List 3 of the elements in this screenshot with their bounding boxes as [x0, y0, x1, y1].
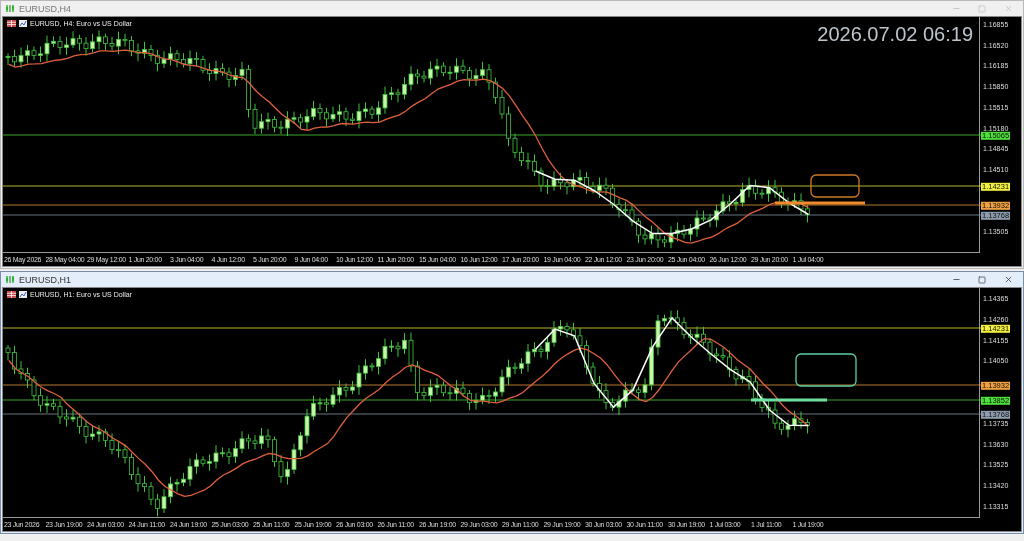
- window-title: EURUSD,H1: [19, 274, 71, 285]
- clock-text: 2026.07.02 06:19: [817, 23, 973, 46]
- window-title: EURUSD,H4: [19, 3, 71, 14]
